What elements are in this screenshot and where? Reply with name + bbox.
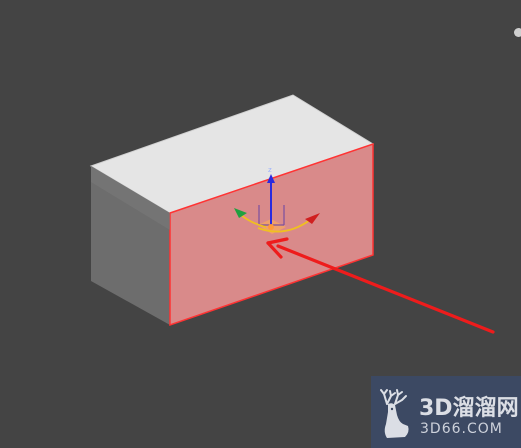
- deer-icon: [380, 389, 409, 438]
- gizmo-z-label: z: [268, 166, 272, 174]
- watermark-domain-text: 3D66.COM: [420, 421, 503, 437]
- watermark-brand-text: 3D溜溜网: [419, 396, 519, 421]
- gizmo-center-handle[interactable]: [268, 224, 274, 230]
- watermark-badge: 3D溜溜网 3D66.COM: [371, 376, 521, 448]
- 3d-viewport[interactable]: z 3D溜溜网 3D66.COM: [0, 0, 521, 448]
- viewport-corner-dot: [514, 28, 521, 37]
